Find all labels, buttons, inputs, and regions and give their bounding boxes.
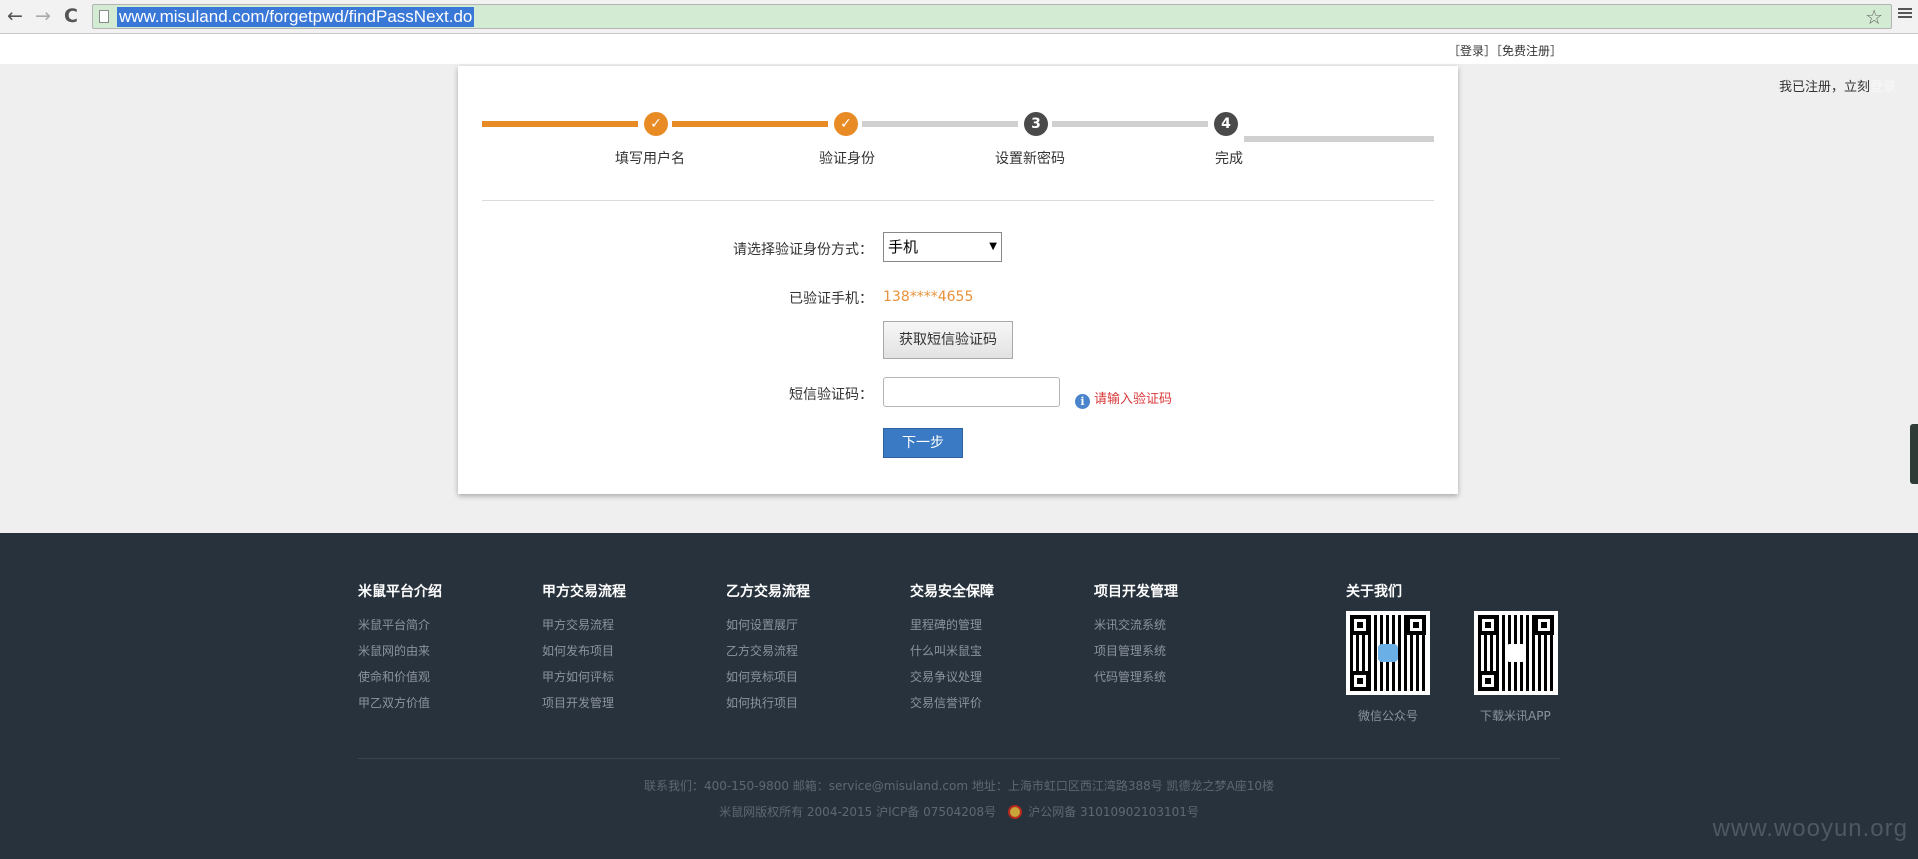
url-text[interactable]: www.misuland.com/forgetpwd/findPassNext.…: [117, 7, 475, 27]
copyright-line: 米鼠网版权所有 2004-2015 沪ICP备 07504208号 沪公网备 31…: [0, 803, 1918, 820]
wechat-qr-caption: 微信公众号: [1358, 709, 1419, 723]
footer-link[interactable]: 甲方交易流程: [542, 616, 614, 633]
footer-divider: [358, 758, 1560, 759]
footer-col-title: 交易安全保障: [910, 584, 994, 600]
next-step-button[interactable]: 下一步: [883, 428, 963, 458]
verified-phone-label: 已验证手机：: [789, 291, 873, 307]
footer-link[interactable]: 代码管理系统: [1094, 668, 1166, 685]
footer-link[interactable]: 如何执行项目: [726, 694, 798, 711]
footer-link[interactable]: 如何设置展厅: [726, 616, 798, 633]
footer-col-title: 项目开发管理: [1094, 584, 1178, 600]
verify-method-select[interactable]: 手机 ▼: [883, 232, 1002, 262]
register-link[interactable]: ［免费注册］: [1496, 44, 1562, 58]
footer-link[interactable]: 里程碑的管理: [910, 616, 982, 633]
police-badge-icon: [1008, 805, 1023, 819]
footer-link[interactable]: 米鼠网的由来: [358, 642, 430, 659]
get-sms-code-button[interactable]: 获取短信验证码: [883, 321, 1013, 359]
step-3-label: 设置新密码: [995, 151, 1065, 167]
app-download-qr-code: [1474, 611, 1558, 695]
footer-link[interactable]: 使命和价值观: [358, 668, 430, 685]
divider: [482, 200, 1434, 201]
footer-link[interactable]: 什么叫米鼠宝: [910, 642, 982, 659]
step-1-check-icon: ✓: [644, 112, 668, 136]
side-widget-tab[interactable]: [1910, 424, 1918, 484]
step-2-check-icon: ✓: [834, 112, 858, 136]
sms-code-hint: i 请输入验证码: [1075, 388, 1172, 409]
sms-code-label: 短信验证码：: [789, 387, 873, 403]
footer-link[interactable]: 交易信誉评价: [910, 694, 982, 711]
verify-method-value: 手机: [888, 238, 919, 256]
footer-link[interactable]: 米鼠平台简介: [358, 616, 430, 633]
step-4-label: 完成: [1215, 151, 1243, 167]
footer-link[interactable]: 交易争议处理: [910, 668, 982, 685]
info-icon: i: [1075, 394, 1090, 409]
step-1-label: 填写用户名: [615, 151, 685, 167]
dropdown-arrow-icon: ▼: [989, 241, 997, 252]
watermark: www.wooyun.org: [1712, 815, 1908, 842]
reset-password-card: ✓ ✓ 3 4 填写用户名 验证身份 设置新密码 完成 请选择验证身份方式： 手…: [458, 66, 1458, 494]
login-prompt: 我已注册，立刻登录: [1779, 76, 1896, 95]
footer-link[interactable]: 米讯交流系统: [1094, 616, 1166, 633]
login-link[interactable]: ［登录］: [1448, 44, 1496, 58]
about-title: 关于我们: [1346, 584, 1402, 600]
step-2-label: 验证身份: [819, 151, 875, 167]
footer-link[interactable]: 乙方交易流程: [726, 642, 798, 659]
site-topbar: ［登录］［免费注册］: [0, 34, 1918, 64]
police-record[interactable]: 沪公网备 31010902103101号: [1028, 805, 1199, 819]
progress-line-4: [1052, 121, 1208, 127]
step-4-number: 4: [1214, 112, 1238, 136]
sms-code-hint-text: 请输入验证码: [1094, 392, 1173, 407]
wechat-qr-code: [1346, 611, 1430, 695]
footer-link[interactable]: 甲方如何评标: [542, 668, 614, 685]
verify-method-label: 请选择验证身份方式：: [733, 242, 873, 258]
footer-link[interactable]: 如何竞标项目: [726, 668, 798, 685]
site-footer: 米鼠平台介绍 米鼠平台简介 米鼠网的由来 使命和价值观 甲乙双方价值 甲方交易流…: [0, 533, 1918, 859]
footer-link[interactable]: 项目管理系统: [1094, 642, 1166, 659]
login-prompt-text: 我已注册，立刻: [1778, 80, 1870, 95]
bookmark-star-icon[interactable]: ☆: [1865, 5, 1883, 29]
forward-arrow-icon[interactable]: →: [32, 5, 54, 27]
contact-info: 联系我们：400-150-9800 邮箱：service@misuland.co…: [643, 779, 1275, 793]
footer-col-title: 甲方交易流程: [542, 584, 626, 600]
page-icon: [99, 10, 109, 23]
sms-code-input[interactable]: [883, 377, 1060, 407]
footer-col-title: 乙方交易流程: [726, 584, 810, 600]
footer-link[interactable]: 如何发布项目: [542, 642, 614, 659]
footer-link[interactable]: 甲乙双方价值: [358, 694, 430, 711]
footer-link[interactable]: 项目开发管理: [542, 694, 614, 711]
progress-line-1: [482, 121, 638, 127]
address-bar[interactable]: www.misuland.com/forgetpwd/findPassNext.…: [92, 4, 1892, 29]
reload-icon[interactable]: C: [60, 5, 82, 27]
copyright-text: 米鼠网版权所有 2004-2015 沪ICP备 07504208号: [719, 805, 997, 819]
back-arrow-icon[interactable]: ←: [4, 5, 26, 27]
footer-col-title: 米鼠平台介绍: [358, 584, 442, 600]
app-qr-caption: 下载米讯APP: [1480, 709, 1551, 723]
progress-line-5: [1244, 136, 1434, 142]
menu-icon[interactable]: [1898, 6, 1912, 20]
step-3-number: 3: [1024, 112, 1048, 136]
progress-line-3: [862, 121, 1018, 127]
progress-line-2: [672, 121, 828, 127]
account-links: ［登录］［免费注册］: [1448, 42, 1562, 59]
browser-toolbar: ← → C www.misuland.com/forgetpwd/findPas…: [0, 0, 1918, 34]
login-prompt-link[interactable]: 登录: [1870, 80, 1896, 95]
verified-phone-value: 138****4655: [883, 289, 974, 305]
